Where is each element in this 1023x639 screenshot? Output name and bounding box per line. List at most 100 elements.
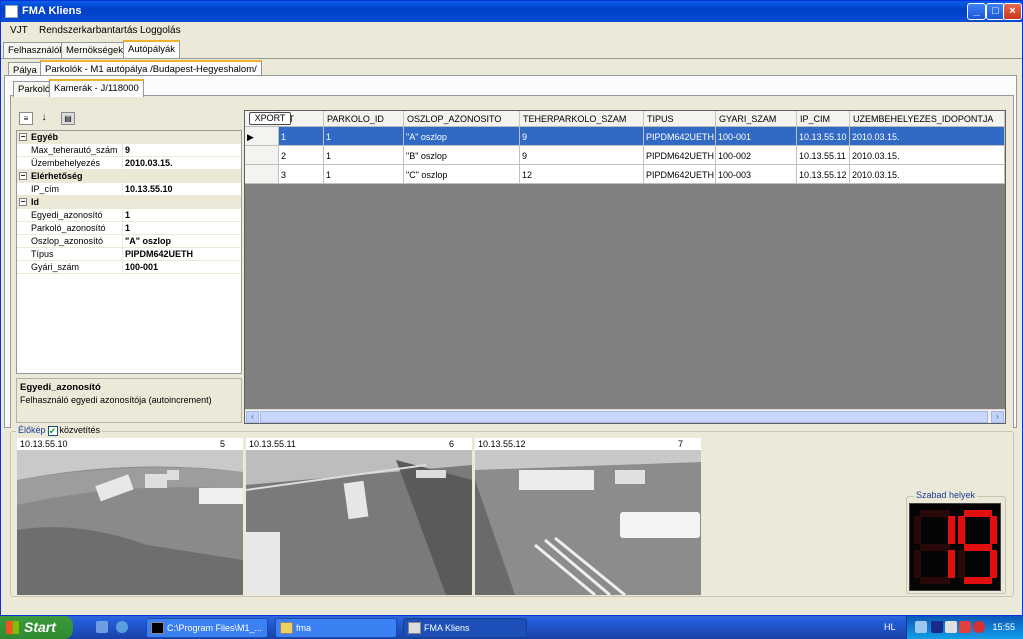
table-cell[interactable]: 9 — [520, 146, 644, 165]
column-header[interactable]: TEHERPARKOLO_SZAM — [520, 111, 644, 127]
live-header: Élőkép ✔ közvetítés — [16, 425, 103, 436]
sort-az-icon[interactable]: ↓ — [37, 112, 51, 125]
table-cell[interactable]: "C" oszlop — [404, 165, 520, 184]
menu-vjt[interactable]: VJT — [10, 25, 28, 36]
camera-data-grid[interactable]: NT PARKOLO_ID OSZLOP_AZONOSITO TEHERPARK… — [244, 110, 1006, 424]
tab-felhasznalok[interactable]: Felhasználók — [3, 42, 69, 58]
export-button[interactable]: XPORT — [249, 112, 291, 125]
row-header[interactable] — [245, 165, 279, 184]
property-row[interactable]: Max_teherautó_szám 9 — [17, 144, 241, 157]
collapse-icon[interactable]: − — [19, 133, 27, 141]
free-spaces-panel: Szabad helyek 19 — [906, 490, 1006, 594]
table-cell[interactable]: 2010.03.15. — [850, 146, 1005, 165]
table-cell[interactable]: PIPDM642UETH — [644, 146, 716, 165]
grid-header: NT PARKOLO_ID OSZLOP_AZONOSITO TEHERPARK… — [245, 111, 1005, 127]
table-cell[interactable]: 1 — [279, 127, 324, 146]
taskbar-button-fma-kliens[interactable]: FMA Kliens — [403, 618, 527, 638]
column-header[interactable]: OSZLOP_AZONOSITO — [404, 111, 520, 127]
category-elerhetoseg[interactable]: − Elérhetőség — [17, 170, 241, 183]
scroll-thumb[interactable] — [260, 411, 988, 423]
tab-mernoksegek[interactable]: Mernökségek — [61, 42, 129, 58]
table-row[interactable]: 2 1 "B" oszlop 9 PIPDM642UETH 100-002 10.13.55… — [245, 146, 1005, 165]
column-header[interactable]: UZEMBEHELYEZES_IDOPONTJA — [850, 111, 1005, 127]
menu-loggolas[interactable]: Loggolás — [140, 25, 181, 36]
start-button[interactable]: Start — [0, 616, 73, 639]
categorized-icon[interactable]: ≡ — [19, 112, 33, 125]
minimize-button[interactable]: _ — [967, 3, 986, 20]
property-row[interactable]: IP_cím 10.13.55.10 — [17, 183, 241, 196]
property-grid[interactable]: − Egyéb Max_teherautó_szám 9 Üzembehelyezé… — [16, 130, 242, 374]
column-header[interactable]: PARKOLO_ID — [324, 111, 404, 127]
top-tabs: Felhasználók Mernökségek Autópályák — [3, 40, 403, 58]
table-cell[interactable]: 100-001 — [716, 127, 797, 146]
table-cell[interactable]: 100-003 — [716, 165, 797, 184]
table-cell[interactable]: "B" oszlop — [404, 146, 520, 165]
table-row[interactable]: ▶ 1 1 "A" oszlop 9 PIPDM642UETH 100-001 10.13.5… — [245, 127, 1005, 146]
table-cell[interactable]: PIPDM642UETH — [644, 165, 716, 184]
title-bar[interactable]: FMA Kliens _ □ × — [1, 1, 1022, 22]
table-cell[interactable]: 9 — [520, 127, 644, 146]
scroll-right-icon[interactable]: › — [991, 411, 1004, 423]
close-button[interactable]: × — [1003, 3, 1022, 20]
table-cell[interactable]: 10.13.55.12 — [797, 165, 850, 184]
property-panel: ≡ ↓ ▤ − Egyéb Max_teherautó_szám 9 Üzembeh… — [16, 110, 242, 426]
app-icon — [5, 5, 18, 18]
clock: 15:55 — [992, 622, 1015, 632]
camera-number: 5 — [219, 439, 225, 449]
collapse-icon[interactable]: − — [19, 172, 27, 180]
row-header[interactable] — [245, 146, 279, 165]
category-egyeb[interactable]: − Egyéb — [17, 131, 241, 144]
quicklaunch-desktop-icon[interactable] — [96, 621, 108, 633]
free-spaces-label: Szabad helyek — [914, 490, 978, 500]
property-row[interactable]: Gyári_szám 100-001 — [17, 261, 241, 274]
camera-view-3[interactable]: 10.13.55.12 7 — [475, 438, 701, 595]
windows-flag-icon — [6, 621, 19, 634]
security-icon[interactable] — [959, 621, 971, 633]
column-header[interactable]: GYARI_SZAM — [716, 111, 797, 127]
scroll-left-icon[interactable]: ‹ — [246, 411, 259, 423]
table-cell[interactable]: 12 — [520, 165, 644, 184]
taskbar-button-cmd[interactable]: C:\Program Files\M1_... — [146, 618, 268, 638]
horizontal-scrollbar[interactable]: ‹ › — [245, 409, 1005, 423]
third-tabs: Parkoló Kamerák - J/118000 — [13, 79, 313, 97]
table-cell[interactable]: 2010.03.15. — [850, 165, 1005, 184]
table-cell[interactable]: 1 — [324, 127, 404, 146]
menu-rendszerkarbantartas[interactable]: Rendszerkarbantartás — [39, 25, 137, 36]
media-icon[interactable] — [931, 621, 943, 633]
table-cell[interactable]: 100-002 — [716, 146, 797, 165]
tab-autopalyak[interactable]: Autópályák — [123, 40, 181, 58]
property-row[interactable]: Egyedi_azonosító 1 — [17, 209, 241, 222]
property-row[interactable]: Üzembehelyezés 2010.03.15. — [17, 157, 241, 170]
table-cell[interactable]: PIPDM642UETH — [644, 127, 716, 146]
taskbar-button-fma[interactable]: fma — [275, 618, 397, 638]
broadcast-checkbox[interactable]: ✔ — [47, 426, 58, 436]
camera-view-1[interactable]: 10.13.55.10 5 — [17, 438, 243, 595]
property-row[interactable]: Oszlop_azonosító "A" oszlop — [17, 235, 241, 248]
quicklaunch-ie-icon[interactable] — [116, 621, 128, 633]
property-row[interactable]: Parkoló_azonosító 1 — [17, 222, 241, 235]
tab-kamerak[interactable]: Kamerák - J/118000 — [49, 79, 144, 97]
column-header[interactable]: TIPUS — [644, 111, 716, 127]
table-cell[interactable]: "A" oszlop — [404, 127, 520, 146]
property-pages-icon[interactable]: ▤ — [61, 112, 75, 125]
column-header[interactable]: IP_CIM — [797, 111, 850, 127]
camera-view-2[interactable]: 10.13.55.11 6 — [246, 438, 472, 595]
table-cell[interactable]: 3 — [279, 165, 324, 184]
row-header[interactable]: ▶ — [245, 127, 279, 146]
network-icon[interactable] — [915, 621, 927, 633]
collapse-icon[interactable]: − — [19, 198, 27, 206]
category-id[interactable]: − Id — [17, 196, 241, 209]
language-indicator[interactable]: HL — [884, 622, 896, 632]
table-cell[interactable]: 10.13.55.11 — [797, 146, 850, 165]
table-row[interactable]: 3 1 "C" oszlop 12 PIPDM642UETH 100-003 10.13.5… — [245, 165, 1005, 184]
description-text: Felhasználó egyedi azonosítója (autoincr… — [20, 395, 212, 405]
table-cell[interactable]: 2 — [279, 146, 324, 165]
table-cell[interactable]: 2010.03.15. — [850, 127, 1005, 146]
table-cell[interactable]: 10.13.55.10 — [797, 127, 850, 146]
property-row[interactable]: Típus PIPDM642UETH — [17, 248, 241, 261]
table-cell[interactable]: 1 — [324, 146, 404, 165]
camera-ip: 10.13.55.12 — [478, 439, 526, 449]
tray-app-icon[interactable] — [945, 621, 957, 633]
table-cell[interactable]: 1 — [324, 165, 404, 184]
alert-icon[interactable] — [973, 621, 985, 633]
